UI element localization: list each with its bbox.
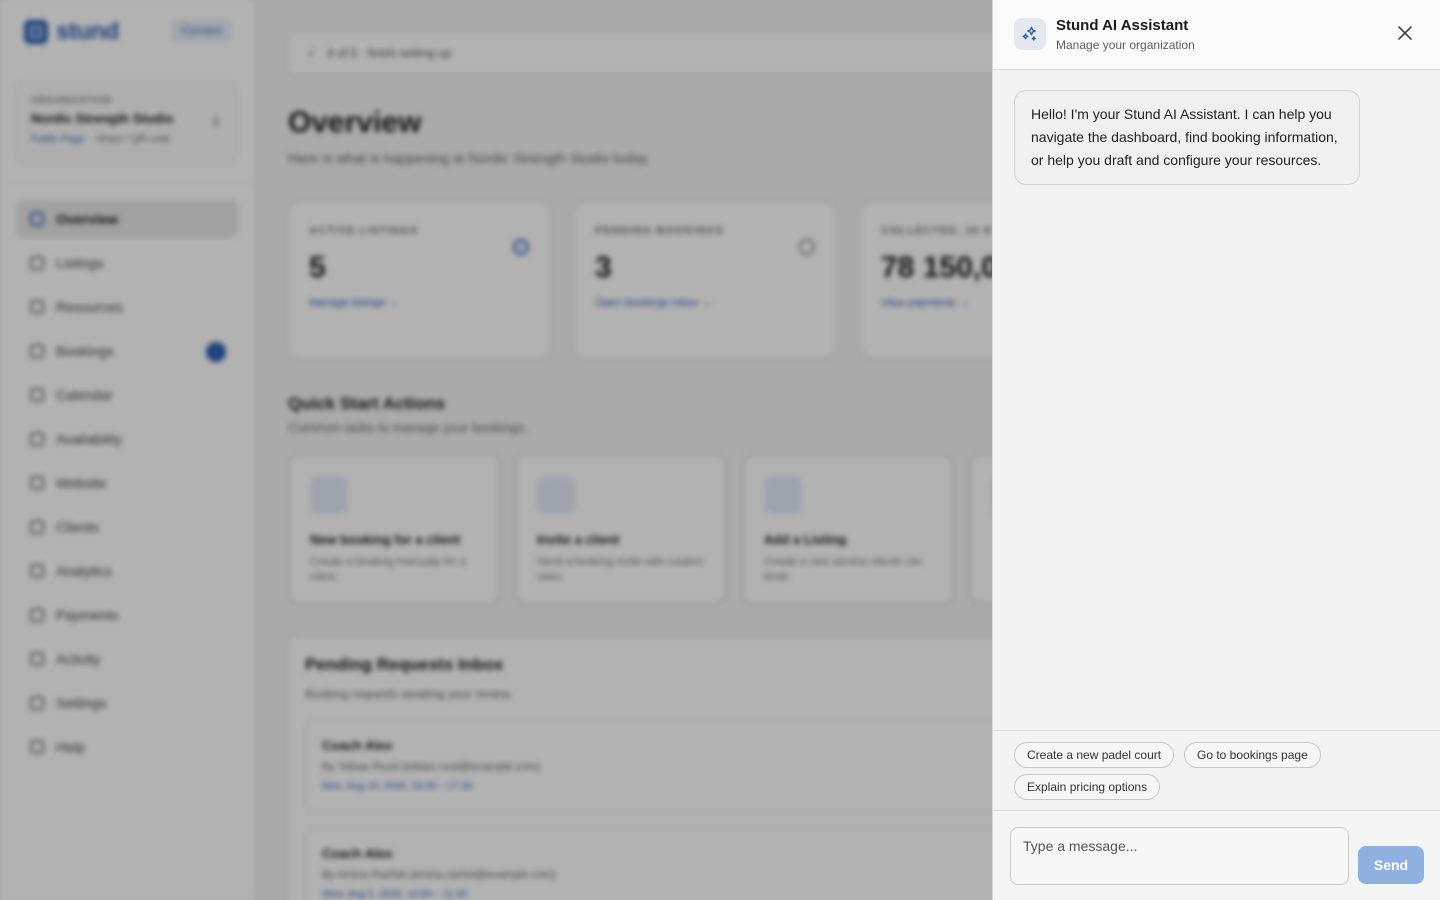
close-icon [1398, 26, 1412, 40]
sparkles-icon [1014, 18, 1046, 50]
suggestion-chip[interactable]: Create a new padel court [1014, 742, 1175, 768]
assistant-message: Hello! I'm your Stund AI Assistant. I ca… [1014, 90, 1360, 185]
message-composer: Send [993, 810, 1440, 900]
ai-assistant-panel: Stund AI Assistant Manage your organizat… [992, 0, 1440, 900]
chat-messages: Hello! I'm your Stund AI Assistant. I ca… [993, 70, 1440, 730]
suggestion-chip[interactable]: Go to bookings page [1184, 742, 1321, 768]
suggestion-chips: Create a new padel court Go to bookings … [993, 730, 1440, 810]
suggestion-chip[interactable]: Explain pricing options [1014, 774, 1161, 800]
send-button[interactable]: Send [1358, 846, 1424, 884]
assistant-subtitle: Manage your organization [1056, 38, 1195, 52]
assistant-title: Stund AI Assistant [1056, 17, 1189, 34]
message-input[interactable] [1010, 827, 1349, 885]
assistant-header: Stund AI Assistant Manage your organizat… [993, 0, 1440, 70]
close-button[interactable] [1394, 22, 1416, 44]
